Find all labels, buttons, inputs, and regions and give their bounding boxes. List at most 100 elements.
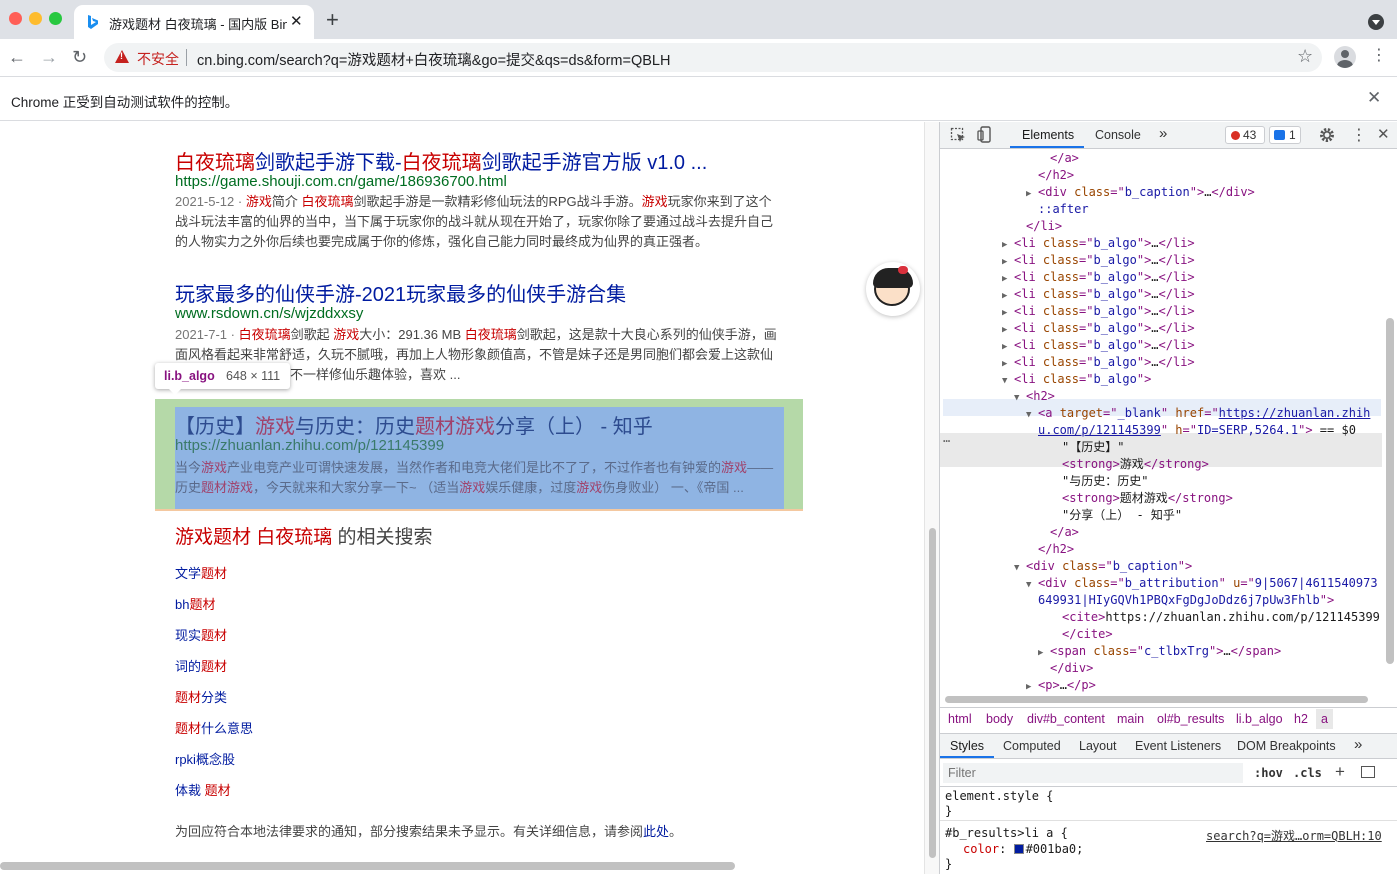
back-icon[interactable]: ← xyxy=(8,46,26,68)
dom-node-line[interactable]: </cite> xyxy=(940,626,1397,643)
security-indicator[interactable]: 不安全 xyxy=(137,49,179,69)
related-search-link[interactable]: 题材什么意思 xyxy=(175,718,253,737)
dom-node-line[interactable]: "与历史：历史" xyxy=(940,473,1397,490)
breadcrumb-item[interactable]: h2 xyxy=(1294,712,1308,726)
dom-horizontal-scrollbar[interactable] xyxy=(945,696,1368,703)
dom-node-line[interactable]: ::after xyxy=(940,201,1397,218)
error-count-badge[interactable]: 43 xyxy=(1225,126,1265,144)
expand-arrow-icon[interactable]: ▶ xyxy=(1026,679,1038,694)
css-rule-selector[interactable]: #b_results>li a { xyxy=(945,826,1068,840)
related-search-link[interactable]: 词的题材 xyxy=(175,656,227,675)
dom-vertical-scrollbar[interactable] xyxy=(1386,318,1394,664)
hover-state-toggle[interactable]: :hov xyxy=(1254,766,1283,780)
dom-node-line[interactable]: </div> xyxy=(940,660,1397,677)
dom-node-line[interactable]: ▶ <li class="b_algo">…</li> xyxy=(940,337,1397,354)
reload-icon[interactable]: ↻ xyxy=(72,46,87,68)
devtools-menu-icon[interactable]: ⋮ xyxy=(1351,125,1367,145)
profile-avatar-icon[interactable] xyxy=(1334,46,1356,68)
element-style-rule[interactable]: element.style { xyxy=(945,789,1053,803)
breadcrumb-item[interactable]: li.b_algo xyxy=(1236,712,1283,726)
browser-menu-icon[interactable]: ⋮ xyxy=(1371,48,1387,64)
forward-icon[interactable]: → xyxy=(40,46,58,68)
related-search-link[interactable]: 现实题材 xyxy=(175,625,227,644)
page-scrollbar-thumb[interactable] xyxy=(929,528,936,858)
dom-node-line[interactable]: </a> xyxy=(940,524,1397,541)
breadcrumb-item[interactable]: html xyxy=(948,712,972,726)
result-url[interactable]: https://zhuanlan.zhihu.com/p/121145399 xyxy=(175,437,444,454)
dom-node-line[interactable]: </h2> xyxy=(940,167,1397,184)
tab-event-listeners[interactable]: Event Listeners xyxy=(1135,739,1221,753)
dom-node-line[interactable]: ▶ <li class="b_algo">…</li> xyxy=(940,320,1397,337)
related-search-link[interactable]: 题材分类 xyxy=(175,687,227,706)
infobar-close-icon[interactable]: ✕ xyxy=(1367,88,1381,108)
dom-node-line[interactable]: "分享（上） - 知乎" xyxy=(940,507,1397,524)
dom-node-line[interactable]: ▼ <div class="b_caption"> xyxy=(940,558,1397,575)
inspect-element-icon[interactable] xyxy=(950,127,966,143)
breadcrumb-item[interactable]: main xyxy=(1117,712,1144,726)
result-title-link[interactable]: 【历史】游戏与历史：历史题材游戏分享（上） - 知乎 xyxy=(175,410,653,439)
css-rule-source-link[interactable]: search?q=游戏…orm=QBLH:10 xyxy=(1206,827,1382,844)
dom-node-line[interactable]: ▶ <li class="b_algo">…</li> xyxy=(940,303,1397,320)
tab-layout[interactable]: Layout xyxy=(1079,739,1117,753)
result-url[interactable]: www.rsdown.cn/s/wjzddxxsy xyxy=(175,305,363,322)
dom-node-line[interactable]: <strong>题材游戏</strong> xyxy=(940,490,1397,507)
browser-tab[interactable]: 游戏题材 白夜琉璃 - 国内版 Bing ✕ xyxy=(74,5,314,39)
close-window-button[interactable] xyxy=(9,12,22,25)
dom-node-line[interactable]: <strong>游戏</strong> xyxy=(940,456,1397,473)
result-title-link[interactable]: 玩家最多的仙侠手游-2021玩家最多的仙侠手游合集 xyxy=(175,278,626,307)
avatar-chat-button[interactable] xyxy=(866,262,920,316)
settings-gear-icon[interactable] xyxy=(1319,127,1335,143)
tab-styles[interactable]: Styles xyxy=(950,739,984,753)
new-tab-button[interactable]: + xyxy=(326,9,339,31)
dom-node-line[interactable]: ▶ <li class="b_algo">…</li> xyxy=(940,286,1397,303)
dom-node-line[interactable]: ▼ <li class="b_algo"> xyxy=(940,371,1397,388)
minimize-window-button[interactable] xyxy=(29,12,42,25)
devtools-close-icon[interactable]: ✕ xyxy=(1377,125,1390,143)
dom-node-line[interactable]: "【历史】" xyxy=(940,439,1397,456)
new-rule-icon[interactable]: + xyxy=(1335,762,1345,782)
dom-node-line[interactable]: </li> xyxy=(940,218,1397,235)
more-tabs-icon[interactable]: » xyxy=(1354,736,1362,753)
bookmark-star-icon[interactable]: ☆ xyxy=(1297,46,1313,67)
dom-node-line[interactable]: </h2> xyxy=(940,541,1397,558)
dom-node-line[interactable]: u.com/p/121145399" h="ID=SERP,5264.1"> =… xyxy=(940,422,1397,439)
maximize-window-button[interactable] xyxy=(49,12,62,25)
related-search-link[interactable]: rpki概念股 xyxy=(175,749,235,768)
tab-computed[interactable]: Computed xyxy=(1003,739,1061,753)
address-bar[interactable]: 不安全 cn.bing.com/search?q=游戏题材+白夜琉璃&go=提交… xyxy=(104,43,1322,72)
result-title-link[interactable]: 白夜琉璃剑歌起手游下载-白夜琉璃剑歌起手游官方版 v1.0 ... xyxy=(175,146,707,175)
dom-node-line[interactable]: ▶ <span class="c_tlbxTrg">…</span> xyxy=(940,643,1397,660)
breadcrumb-item[interactable]: div#b_content xyxy=(1027,712,1105,726)
dom-node-line[interactable]: ▶ <div class="b_caption">…</div> xyxy=(940,184,1397,201)
toggle-sidebar-icon[interactable] xyxy=(1361,766,1375,778)
notice-link[interactable]: 此处 xyxy=(643,824,669,839)
dom-node-line[interactable]: ▶ <li class="b_algo">…</li> xyxy=(940,252,1397,269)
color-swatch[interactable] xyxy=(1013,844,1024,854)
tab-close-icon[interactable]: ✕ xyxy=(290,12,303,30)
styles-filter-input[interactable] xyxy=(943,763,1243,783)
tab-dom-breakpoints[interactable]: DOM Breakpoints xyxy=(1237,739,1336,753)
tab-console[interactable]: Console xyxy=(1095,128,1141,142)
dom-node-line[interactable]: ▼ <div class="b_attribution" u="9|5067|46… xyxy=(940,575,1397,592)
related-search-link[interactable]: 文学题材 xyxy=(175,563,227,582)
dom-node-line[interactable]: ▼ <a target="_blank" href="https://zhuanl… xyxy=(940,405,1397,422)
more-tabs-icon[interactable]: » xyxy=(1159,125,1167,142)
result-url[interactable]: https://game.shouji.com.cn/game/18693670… xyxy=(175,173,507,190)
dom-node-line[interactable]: ▶ <li class="b_algo">…</li> xyxy=(940,354,1397,371)
dom-node-line[interactable]: ▼ <h2> xyxy=(940,388,1397,405)
related-search-link[interactable]: 体裁 题材 xyxy=(175,780,231,799)
dom-node-line[interactable]: <cite>https://zhuanlan.zhihu.com/p/12114… xyxy=(940,609,1397,626)
dom-node-line[interactable]: 649931|HIyGQVh1PBQxFgDgJoDdz6j7pUw3Fhlb"… xyxy=(940,592,1397,609)
dom-node-line[interactable]: ▶ <p>…</p> xyxy=(940,677,1397,694)
tab-search-icon[interactable] xyxy=(1368,14,1384,30)
dom-tree[interactable]: … </a> </h2> ▶ <div class="b_caption">…</di… xyxy=(940,150,1397,694)
page-horizontal-scrollbar[interactable] xyxy=(0,862,735,870)
breadcrumb-item[interactable]: body xyxy=(986,712,1013,726)
dom-node-line[interactable]: ▶ <li class="b_algo">…</li> xyxy=(940,269,1397,286)
related-search-link[interactable]: bh题材 xyxy=(175,594,215,613)
breadcrumb-item[interactable]: ol#b_results xyxy=(1157,712,1224,726)
device-toolbar-icon[interactable] xyxy=(977,126,993,144)
warning-icon[interactable] xyxy=(115,50,129,63)
breadcrumb-item[interactable]: a xyxy=(1321,712,1328,726)
url-text[interactable]: cn.bing.com/search?q=游戏题材+白夜琉璃&go=提交&qs=… xyxy=(197,49,670,70)
